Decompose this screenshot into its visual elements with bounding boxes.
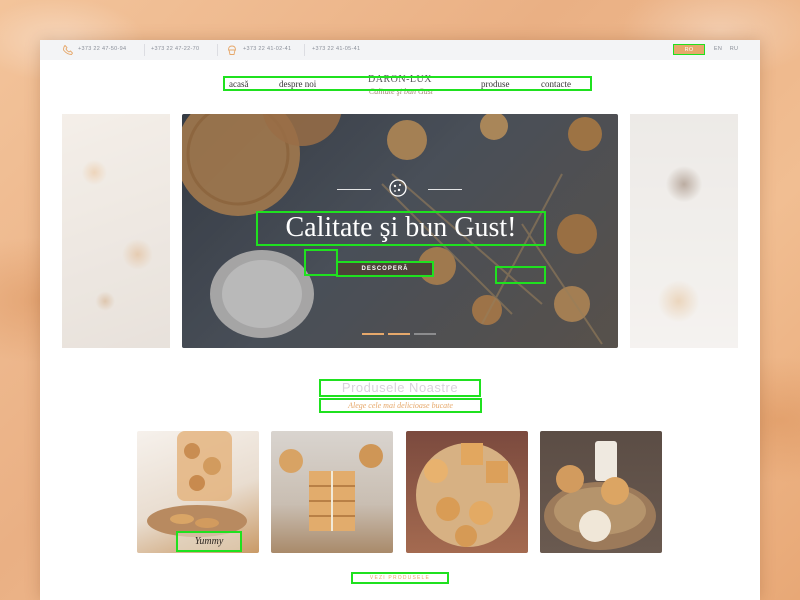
cookie-icon: [389, 179, 407, 197]
product-card[interactable]: [271, 431, 393, 553]
product-card[interactable]: [540, 431, 662, 553]
phone-number[interactable]: +373 22 41-05-41: [312, 46, 360, 52]
divider: [304, 44, 305, 56]
phone-number[interactable]: +373 22 47-50-94: [78, 46, 126, 52]
discover-button[interactable]: DESCOPERĂ: [336, 261, 434, 277]
hero-slide: Calitate şi bun Gust! DESCOPERĂ: [182, 114, 618, 348]
product-image: [544, 441, 656, 550]
annotation-box: [304, 249, 338, 276]
divider: [337, 189, 371, 190]
phone-icon: [63, 44, 74, 55]
divider: [217, 44, 218, 56]
product-card[interactable]: [406, 431, 528, 553]
main-nav: acasă despre noi produse contacte: [223, 76, 592, 91]
nav-item-about[interactable]: despre noi: [279, 79, 316, 89]
nav-item-home[interactable]: acasă: [229, 79, 248, 89]
slider-dot[interactable]: [414, 333, 436, 335]
lang-ro[interactable]: RO: [673, 44, 705, 55]
phone-number[interactable]: +373 22 47-22-70: [151, 46, 199, 52]
top-bar: +373 22 47-50-94 +373 22 47-22-70 +373 2…: [40, 40, 760, 60]
products-subtitle: Alege cele mai delicioase bucate: [319, 398, 482, 413]
lang-en[interactable]: EN: [712, 44, 724, 55]
annotation-box: [495, 266, 546, 284]
slider-dot[interactable]: [362, 333, 384, 335]
products-title: Produsele Noastre: [319, 379, 481, 397]
view-products-button[interactable]: VEZI PRODUSELE: [351, 572, 449, 584]
divider: [144, 44, 145, 56]
product-image: [279, 444, 383, 531]
slide-preview-right[interactable]: [630, 114, 738, 348]
nav-item-products[interactable]: produse: [481, 79, 510, 89]
nav-item-contacts[interactable]: contacte: [541, 79, 571, 89]
product-image: [416, 443, 520, 547]
hero-title: Calitate şi bun Gust!: [256, 211, 546, 246]
phone-number[interactable]: +373 22 41-02-41: [243, 46, 291, 52]
lang-ru[interactable]: RU: [728, 44, 740, 55]
website-frame: +373 22 47-50-94 +373 22 47-22-70 +373 2…: [40, 40, 760, 600]
slider-dot[interactable]: [388, 333, 410, 335]
cupcake-icon: [228, 45, 236, 55]
product-label: Yummy: [176, 531, 242, 552]
divider: [428, 189, 462, 190]
slide-preview-left[interactable]: [62, 114, 170, 348]
